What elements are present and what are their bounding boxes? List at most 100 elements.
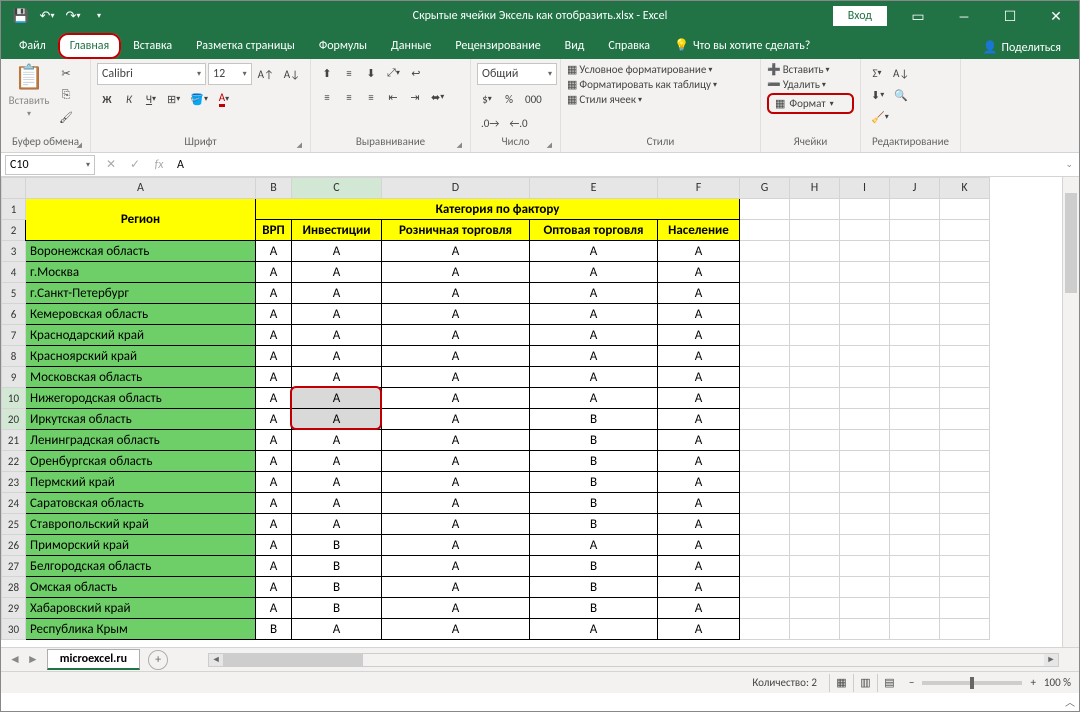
decrease-decimal-button[interactable]: ←.0 bbox=[505, 113, 531, 133]
cell[interactable] bbox=[840, 619, 890, 640]
cell[interactable]: A bbox=[292, 367, 382, 388]
cell[interactable] bbox=[940, 451, 990, 472]
cell[interactable] bbox=[890, 556, 940, 577]
cell[interactable]: B bbox=[292, 535, 382, 556]
cell[interactable] bbox=[940, 325, 990, 346]
cell[interactable] bbox=[890, 325, 940, 346]
cell[interactable]: A bbox=[658, 283, 740, 304]
cell[interactable] bbox=[840, 472, 890, 493]
cell[interactable]: A bbox=[292, 388, 382, 409]
row-header[interactable]: 9 bbox=[2, 367, 26, 388]
cell[interactable] bbox=[740, 388, 790, 409]
cell[interactable] bbox=[740, 451, 790, 472]
redo-button[interactable]: ↷▾ bbox=[61, 4, 85, 28]
cell[interactable]: A bbox=[382, 430, 530, 451]
borders-button[interactable]: ⊞▾ bbox=[163, 89, 184, 109]
qat-customize[interactable]: ▾ bbox=[87, 4, 111, 28]
cell[interactable] bbox=[890, 220, 940, 241]
cell[interactable]: A bbox=[658, 409, 740, 430]
undo-button[interactable]: ↶▾ bbox=[35, 4, 59, 28]
cell[interactable] bbox=[890, 598, 940, 619]
cell[interactable] bbox=[890, 367, 940, 388]
cell[interactable] bbox=[940, 493, 990, 514]
cell[interactable] bbox=[940, 472, 990, 493]
cell[interactable] bbox=[740, 514, 790, 535]
cell[interactable]: A bbox=[530, 262, 658, 283]
cell[interactable] bbox=[840, 430, 890, 451]
cell[interactable]: A bbox=[382, 493, 530, 514]
cell[interactable]: B bbox=[292, 556, 382, 577]
maximize-button[interactable]: ☐ bbox=[987, 1, 1033, 31]
cell[interactable] bbox=[940, 199, 990, 220]
sheet-tab[interactable]: microexcel.ru bbox=[47, 649, 140, 670]
cell[interactable]: A bbox=[256, 367, 292, 388]
row-header[interactable]: 28 bbox=[2, 577, 26, 598]
cell[interactable] bbox=[790, 346, 840, 367]
cell[interactable]: A bbox=[256, 346, 292, 367]
comma-format-button[interactable]: 000 bbox=[521, 89, 546, 109]
cell[interactable]: A bbox=[530, 241, 658, 262]
cell[interactable]: A bbox=[256, 556, 292, 577]
cell[interactable] bbox=[940, 619, 990, 640]
cell[interactable] bbox=[890, 409, 940, 430]
row-header[interactable]: 26 bbox=[2, 535, 26, 556]
cell[interactable]: A bbox=[256, 451, 292, 472]
copy-button[interactable]: ⎘ bbox=[55, 85, 77, 105]
cell[interactable] bbox=[890, 619, 940, 640]
format-painter-button[interactable]: 🖌 bbox=[55, 107, 77, 127]
cell[interactable]: A bbox=[382, 262, 530, 283]
cell[interactable]: A bbox=[658, 346, 740, 367]
zoom-slider[interactable] bbox=[922, 681, 1022, 685]
row-header[interactable]: 24 bbox=[2, 493, 26, 514]
cell[interactable] bbox=[790, 430, 840, 451]
cell[interactable] bbox=[790, 409, 840, 430]
cell-region[interactable]: Белгородская область bbox=[26, 556, 256, 577]
cell-region[interactable]: г.Санкт-Петербург bbox=[26, 283, 256, 304]
cell[interactable]: B bbox=[292, 598, 382, 619]
cell[interactable] bbox=[740, 430, 790, 451]
align-bottom-button[interactable]: ⬇ bbox=[361, 63, 381, 83]
column-header[interactable]: E bbox=[530, 178, 658, 199]
page-layout-view-button[interactable]: ▥ bbox=[853, 674, 877, 692]
formula-input[interactable]: A bbox=[171, 158, 1059, 172]
cell[interactable]: A bbox=[382, 514, 530, 535]
cell[interactable] bbox=[740, 325, 790, 346]
cell-styles-button[interactable]: ▦ Стили ячеек▾ bbox=[567, 93, 754, 106]
format-cells-button[interactable]: ▦ Формат ▾ bbox=[767, 93, 854, 114]
cell[interactable] bbox=[840, 346, 890, 367]
cell[interactable] bbox=[940, 577, 990, 598]
header-sub[interactable]: Инвестиции bbox=[292, 220, 382, 241]
cell[interactable]: A bbox=[658, 577, 740, 598]
cell[interactable] bbox=[740, 220, 790, 241]
percent-format-button[interactable]: % bbox=[499, 89, 519, 109]
cell[interactable] bbox=[940, 598, 990, 619]
cell[interactable]: A bbox=[530, 346, 658, 367]
cell[interactable]: A bbox=[256, 304, 292, 325]
sheet-nav-prev[interactable]: ◄ bbox=[9, 652, 21, 667]
cell[interactable] bbox=[790, 367, 840, 388]
cell-region[interactable]: Ленинградская область bbox=[26, 430, 256, 451]
font-size-combo[interactable]: 12▾ bbox=[208, 63, 252, 85]
insert-function-button[interactable]: fx bbox=[147, 158, 171, 172]
row-header[interactable]: 22 bbox=[2, 451, 26, 472]
cell[interactable] bbox=[790, 535, 840, 556]
row-header[interactable]: 2 bbox=[2, 220, 26, 241]
cell[interactable] bbox=[740, 346, 790, 367]
cell[interactable]: A bbox=[658, 430, 740, 451]
cell-region[interactable]: г.Москва bbox=[26, 262, 256, 283]
italic-button[interactable]: К bbox=[119, 89, 139, 109]
fill-button[interactable]: ⬇▾ bbox=[867, 85, 888, 105]
cell[interactable]: A bbox=[658, 598, 740, 619]
increase-font-button[interactable]: A↑ bbox=[254, 64, 278, 84]
paste-button[interactable]: 📋 Вставить ▾ bbox=[7, 63, 51, 119]
cell[interactable] bbox=[790, 325, 840, 346]
increase-decimal-button[interactable]: .0→ bbox=[477, 113, 503, 133]
cell[interactable]: A bbox=[530, 325, 658, 346]
tab-view[interactable]: Вид bbox=[553, 33, 597, 59]
merge-button[interactable]: ⬌▾ bbox=[427, 87, 448, 107]
cell[interactable] bbox=[790, 262, 840, 283]
cell[interactable] bbox=[740, 304, 790, 325]
font-color-button[interactable]: A▾ bbox=[214, 89, 234, 109]
cell[interactable]: A bbox=[256, 514, 292, 535]
cell[interactable]: A bbox=[256, 241, 292, 262]
